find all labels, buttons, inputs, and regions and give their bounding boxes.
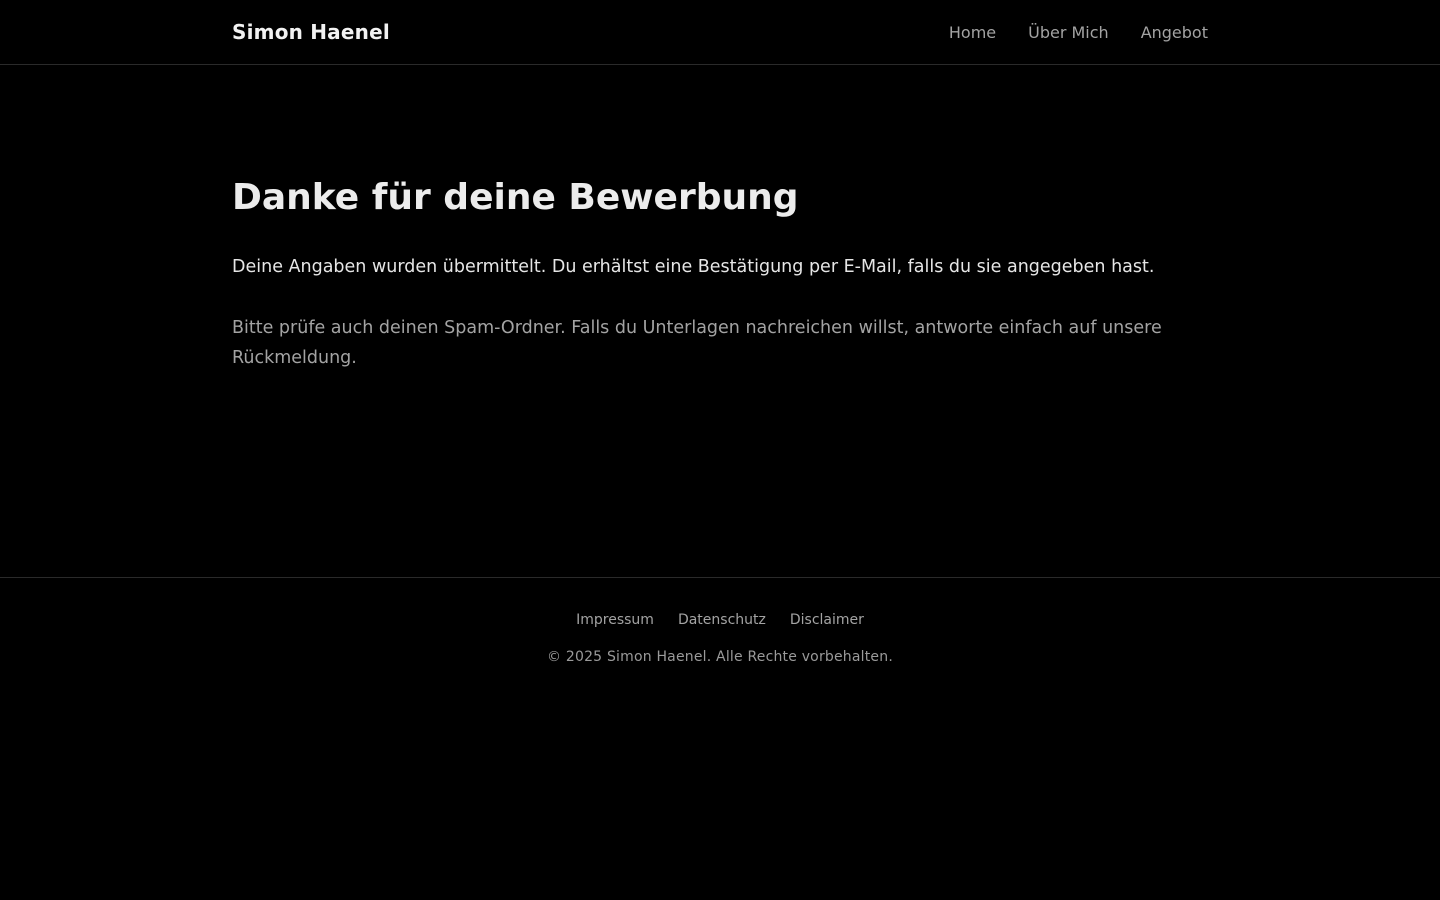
nav-link-ueber-mich[interactable]: Über Mich [1028,23,1109,42]
header-container: Simon Haenel Home Über Mich Angebot [232,0,1208,64]
spam-hint-text: Bitte prüfe auch deinen Spam-Ordner. Fal… [232,318,1162,368]
brand-logo-link[interactable]: Simon Haenel [232,20,390,44]
footer-link-impressum[interactable]: Impressum [576,609,654,631]
confirmation-text: Deine Angaben wurden übermittelt. Du erh… [232,257,1155,277]
site-header: Simon Haenel Home Über Mich Angebot [0,0,1440,65]
footer-link-datenschutz[interactable]: Datenschutz [678,609,766,631]
footer-links: Impressum Datenschutz Disclaimer [0,609,1440,631]
nav-link-home[interactable]: Home [949,23,996,42]
copyright-text: © 2025 Simon Haenel. Alle Rechte vorbeha… [547,649,893,665]
nav-link-angebot[interactable]: Angebot [1141,23,1208,42]
page-title: Danke für deine Bewerbung [232,177,799,218]
footer-link-disclaimer[interactable]: Disclaimer [790,609,864,631]
site-footer: Impressum Datenschutz Disclaimer © 2025 … [0,577,1440,667]
main-nav: Home Über Mich Angebot [949,23,1208,42]
main-content: Danke für deine Bewerbung Deine Angaben … [232,65,1208,577]
